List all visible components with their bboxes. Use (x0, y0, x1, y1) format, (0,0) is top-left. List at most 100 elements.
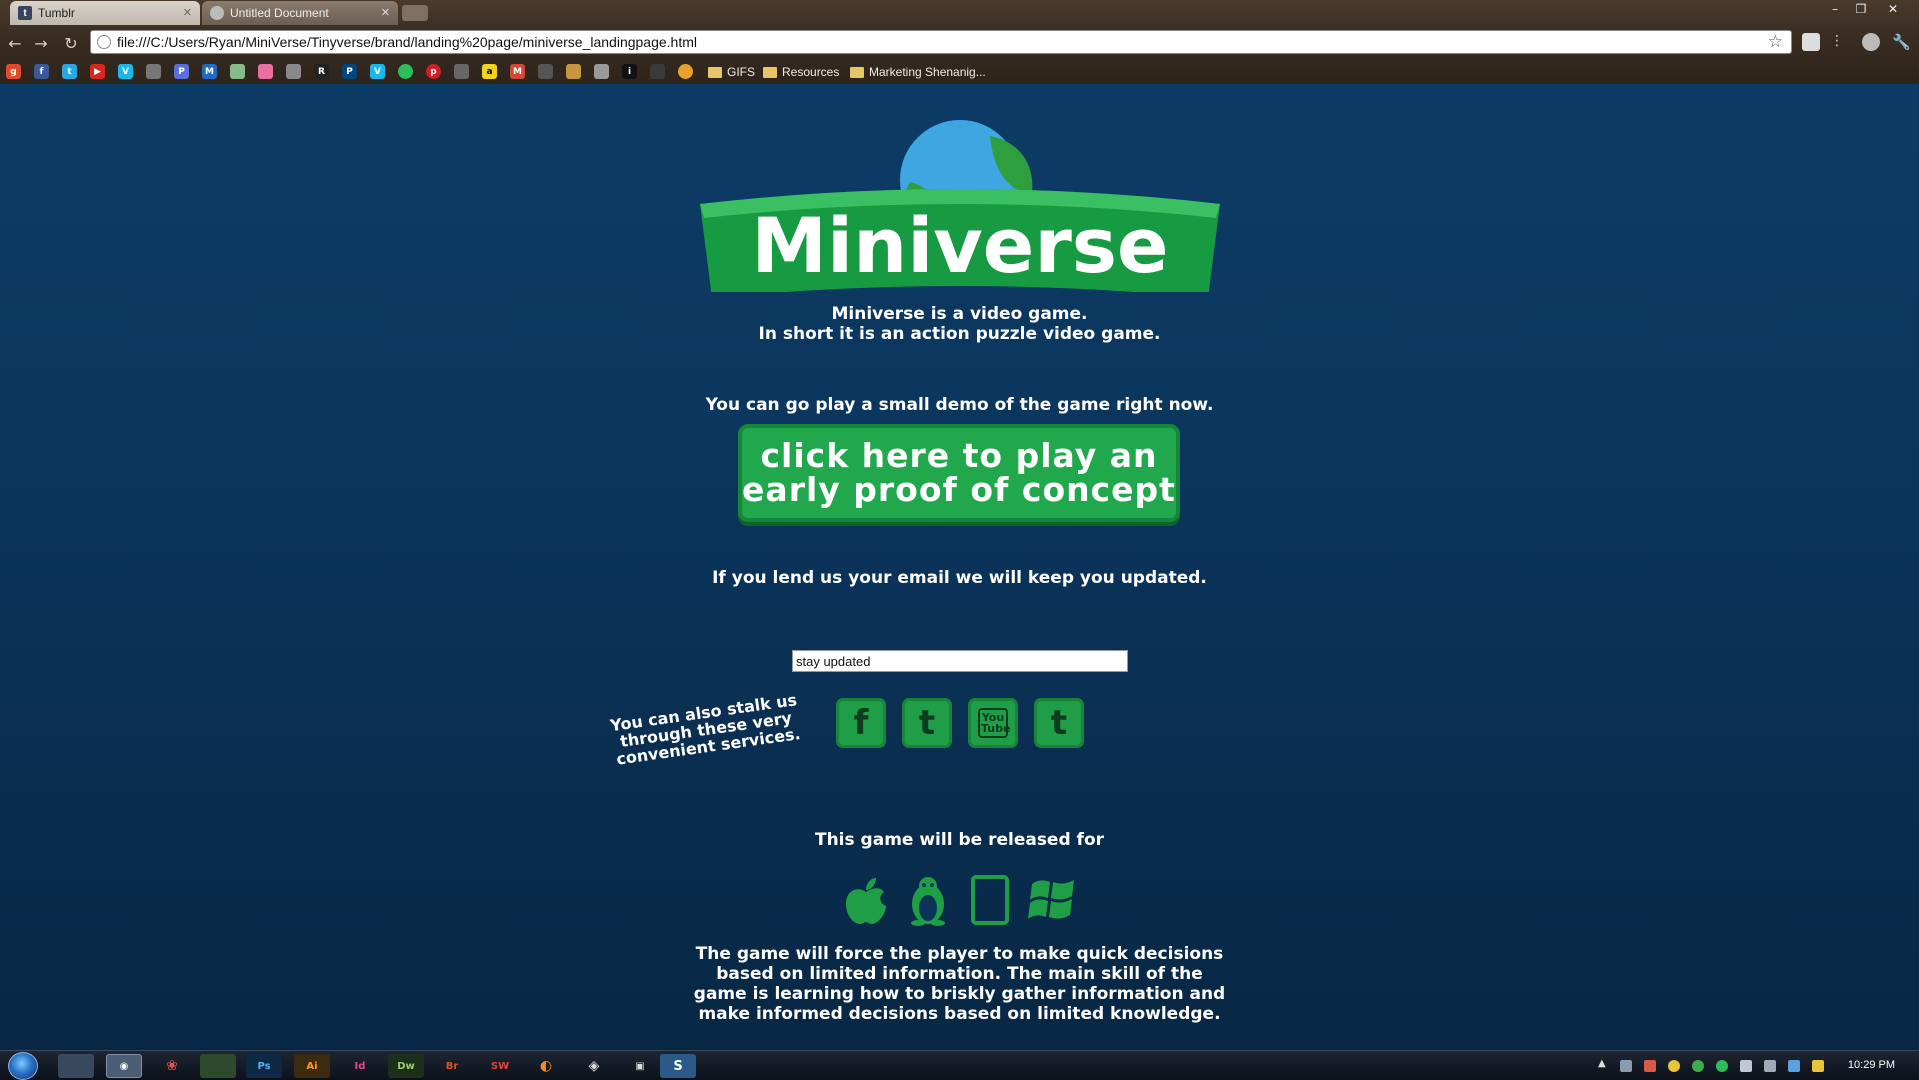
taskbar-indesign-icon[interactable]: Id (342, 1054, 378, 1078)
tray-spotify-icon[interactable] (1716, 1060, 1728, 1072)
tray-icon[interactable] (1644, 1060, 1656, 1072)
bookmark-icon[interactable] (678, 64, 693, 79)
taskbar-blender-icon[interactable]: ◐ (528, 1054, 564, 1078)
bookmark-icon[interactable]: R (314, 64, 329, 79)
taskbar-skype-icon[interactable]: S (660, 1054, 696, 1078)
facebook-button[interactable]: f (836, 698, 886, 748)
play-demo-button[interactable]: click here to play an early proof of con… (738, 424, 1180, 522)
menu-dots-icon[interactable]: ⋮ (1830, 33, 1848, 51)
wrench-icon[interactable]: 🔧 (1892, 33, 1911, 51)
taskbar-clock[interactable]: 10:29 PM (1848, 1059, 1895, 1071)
bookmark-pinterest-icon[interactable]: p (426, 64, 441, 79)
folder-icon (708, 66, 722, 78)
tray-drive-icon[interactable] (1812, 1060, 1824, 1072)
close-window-icon[interactable]: ✕ (1880, 0, 1906, 18)
description-wrapper: The game will force the player to make q… (0, 944, 1919, 1024)
tray-dropbox-icon[interactable] (1788, 1060, 1800, 1072)
back-icon[interactable]: ← (4, 32, 26, 54)
new-tab-button[interactable] (402, 5, 428, 21)
bookmark-icon[interactable] (594, 64, 609, 79)
intro-line: In short it is an action puzzle video ga… (758, 324, 1161, 344)
tray-expand-icon[interactable]: ▲ (1598, 1058, 1610, 1070)
close-tab-icon[interactable]: ✕ (381, 6, 390, 19)
bookmark-icon[interactable]: a (482, 64, 497, 79)
release-label: This game will be released for (814, 830, 1105, 850)
bookmark-folder-resources[interactable]: Resources (763, 63, 839, 81)
linux-icon (911, 877, 945, 926)
browser-chrome: t Tumblr ✕ Untitled Document ✕ – ❐ ✕ ← →… (0, 0, 1919, 84)
page-icon (210, 6, 224, 20)
bookmark-twitter-icon[interactable]: t (62, 64, 77, 79)
taskbar-app-icon[interactable]: ❀ (154, 1054, 190, 1078)
tray-icon[interactable] (1620, 1060, 1632, 1072)
bookmark-icon[interactable]: i (622, 64, 637, 79)
taskbar-photoshop-icon[interactable]: Ps (246, 1054, 282, 1078)
folder-icon (850, 66, 864, 78)
windows-icon (1028, 880, 1074, 919)
bookmark-folder-gifs[interactable]: GIFS (708, 63, 755, 81)
intro-line: Miniverse is a video game. (831, 304, 1088, 324)
bookmark-paypal-icon[interactable]: P (342, 64, 357, 79)
tab-label: Untitled Document (230, 6, 329, 20)
taskbar-illustrator-icon[interactable]: Ai (294, 1054, 330, 1078)
extension-icon[interactable] (1802, 33, 1820, 51)
taskbar-app-icon[interactable]: SW (482, 1054, 518, 1078)
tumblr-button[interactable]: t (1034, 698, 1084, 748)
address-bar[interactable]: file:///C:/Users/Ryan/MiniVerse/Tinyvers… (90, 30, 1792, 54)
email-input[interactable] (792, 650, 1128, 672)
extension-icon[interactable] (1862, 33, 1880, 51)
tab-label: Tumblr (38, 6, 75, 20)
taskbar-unity-icon[interactable]: ◈ (576, 1054, 612, 1078)
tab-tumblr[interactable]: t Tumblr ✕ (10, 1, 200, 25)
tablet-icon (971, 875, 1009, 925)
taskbar-explorer-icon[interactable] (58, 1054, 94, 1078)
bookmark-icon[interactable]: M (202, 64, 217, 79)
bookmark-spotify-icon[interactable] (398, 64, 413, 79)
bookmark-icon[interactable] (454, 64, 469, 79)
tab-untitled-document[interactable]: Untitled Document ✕ (202, 1, 398, 25)
youtube-button[interactable]: You Tube (968, 698, 1018, 748)
tumblr-icon: t (18, 6, 32, 20)
taskbar-bridge-icon[interactable]: Br (434, 1054, 470, 1078)
close-tab-icon[interactable]: ✕ (183, 6, 192, 19)
email-prompt: If you lend us your email we will keep y… (712, 568, 1207, 588)
twitter-icon: t (918, 703, 936, 743)
bookmark-icon[interactable] (650, 64, 665, 79)
tray-icon[interactable] (1692, 1060, 1704, 1072)
tray-steam-icon[interactable] (1740, 1060, 1752, 1072)
folder-label: Resources (782, 65, 840, 79)
minimize-icon[interactable]: – (1822, 0, 1848, 18)
bookmark-gmail-icon[interactable]: M (510, 64, 525, 79)
taskbar-spotify-icon[interactable] (200, 1054, 236, 1078)
page-info-icon[interactable] (97, 35, 111, 49)
tumblr-icon: t (1050, 703, 1068, 743)
bookmark-icon[interactable] (538, 64, 553, 79)
url-text: file:///C:/Users/Ryan/MiniVerse/Tinyvers… (117, 34, 698, 50)
bookmark-star-icon[interactable]: ☆ (1768, 31, 1783, 53)
navigation-bar: ← → ↻ file:///C:/Users/Ryan/MiniVerse/Ti… (0, 25, 1919, 59)
bookmark-facebook-icon[interactable]: f (34, 64, 49, 79)
bookmark-vimeo-icon[interactable]: V (118, 64, 133, 79)
bookmark-vimeo-icon[interactable]: V (370, 64, 385, 79)
taskbar-dreamweaver-icon[interactable]: Dw (388, 1054, 424, 1078)
tray-icon[interactable] (1668, 1060, 1680, 1072)
start-button[interactable] (8, 1052, 38, 1080)
taskbar-app-icon[interactable]: ▣ (622, 1054, 658, 1078)
bookmark-icon[interactable] (230, 64, 245, 79)
restore-icon[interactable]: ❐ (1848, 0, 1874, 18)
bookmark-icon[interactable] (286, 64, 301, 79)
taskbar-chrome-icon[interactable]: ◉ (106, 1054, 142, 1078)
bookmark-icon[interactable] (146, 64, 161, 79)
bookmark-icon[interactable]: P (174, 64, 189, 79)
bookmark-google-icon[interactable]: g (6, 64, 21, 79)
bookmark-icon[interactable] (258, 64, 273, 79)
forward-icon[interactable]: → (30, 32, 52, 54)
tray-volume-icon[interactable] (1764, 1060, 1776, 1072)
folder-label: Marketing Shenanig... (869, 65, 986, 79)
bookmark-youtube-icon[interactable]: ▶ (90, 64, 105, 79)
tab-strip: t Tumblr ✕ Untitled Document ✕ – ❐ ✕ (0, 0, 1919, 25)
bookmark-folder-marketing[interactable]: Marketing Shenanig... (850, 63, 986, 81)
twitter-button[interactable]: t (902, 698, 952, 748)
bookmark-icon[interactable] (566, 64, 581, 79)
reload-icon[interactable]: ↻ (60, 32, 82, 54)
